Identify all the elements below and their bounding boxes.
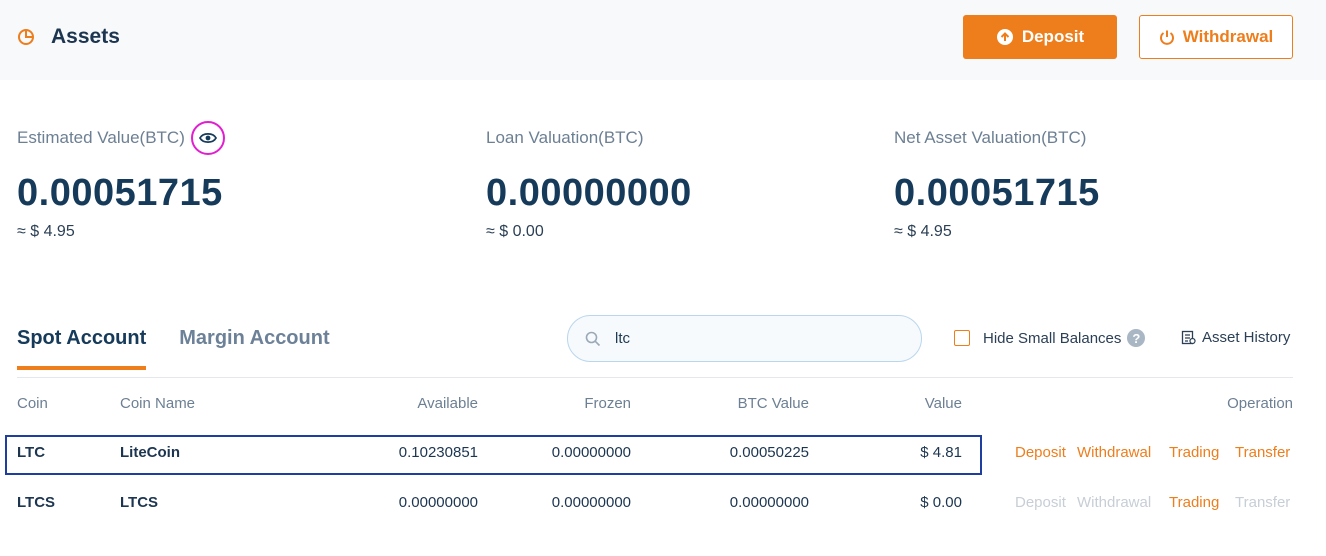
help-icon[interactable]: ? — [1127, 329, 1146, 347]
loan-valuation-value: 0.00000000 — [486, 172, 692, 214]
top-bar: Assets Deposit Withdrawal — [0, 0, 1326, 80]
power-icon — [1159, 30, 1174, 45]
withdrawal-button[interactable]: Withdrawal — [1139, 15, 1293, 59]
row-transfer-link[interactable]: Transfer — [1235, 444, 1290, 461]
row-deposit-link: Deposit — [1015, 494, 1066, 511]
coin-name: LTCS — [120, 494, 159, 511]
frozen-amount: 0.00000000 — [551, 494, 631, 511]
asset-history-label: Asset History — [1202, 329, 1291, 346]
search-icon — [585, 331, 601, 346]
net-asset-label: Net Asset Valuation(BTC) — [894, 128, 1087, 147]
btc-value: 0.00050225 — [729, 444, 809, 461]
hide-small-balances-label: Hide Small Balances — [983, 329, 1122, 347]
net-asset-stat: Net Asset Valuation(BTC) 0.00051715 ≈ $ … — [894, 126, 1100, 241]
tab-spot-account[interactable]: Spot Account — [17, 327, 147, 370]
hide-small-balances-checkbox[interactable] — [954, 330, 970, 346]
column-header: Coin Name — [120, 395, 196, 412]
row-trading-link[interactable]: Trading — [1169, 444, 1219, 461]
loan-valuation-label: Loan Valuation(BTC) — [486, 128, 644, 147]
row-deposit-link[interactable]: Deposit — [1015, 444, 1066, 461]
estimated-value: 0.00051715 — [17, 172, 223, 214]
toggle-visibility-button[interactable] — [190, 121, 225, 155]
coin-symbol: LTC — [17, 444, 46, 461]
page-header: Assets — [17, 25, 120, 49]
row-trading-link[interactable]: Trading — [1169, 494, 1219, 511]
column-header: Coin — [17, 395, 48, 412]
document-list-icon — [1181, 330, 1196, 345]
deposit-button-label: Deposit — [1021, 27, 1085, 46]
usd-value: $ 4.81 — [920, 444, 962, 461]
divider — [17, 377, 1293, 378]
frozen-amount: 0.00000000 — [551, 444, 631, 461]
usd-value: $ 0.00 — [920, 494, 962, 511]
column-header: Frozen — [584, 395, 631, 412]
tab-margin-account[interactable]: Margin Account — [179, 327, 329, 370]
pie-chart-icon — [18, 29, 34, 45]
row-withdrawal-link[interactable]: Withdrawal — [1077, 444, 1151, 461]
row-transfer-link: Transfer — [1235, 494, 1291, 511]
withdrawal-button-label: Withdrawal — [1182, 27, 1274, 46]
eye-icon — [198, 132, 217, 144]
estimated-value-usd: ≈ $ 4.95 — [17, 223, 75, 240]
page-title: Assets — [51, 25, 120, 48]
available-amount: 0.10230851 — [398, 444, 478, 461]
table-row: LTCS LTCS 0.00000000 0.00000000 0.000000… — [0, 484, 1326, 524]
account-tabs: Spot Account Margin Account — [17, 327, 363, 370]
row-withdrawal-link: Withdrawal — [1077, 494, 1152, 511]
coin-symbol: LTCS — [17, 494, 56, 511]
estimated-value-stat: Estimated Value(BTC) 0.00051715 ≈ $ 4.95 — [17, 121, 225, 241]
loan-valuation-usd: ≈ $ 0.00 — [486, 223, 544, 240]
upload-circle-icon — [996, 29, 1013, 45]
loan-valuation-stat: Loan Valuation(BTC) 0.00000000 ≈ $ 0.00 — [486, 126, 692, 241]
column-header: BTC Value — [737, 395, 809, 412]
asset-history-link[interactable]: Asset History — [1181, 329, 1290, 346]
search-input[interactable] — [613, 329, 897, 348]
available-amount: 0.00000000 — [398, 494, 478, 511]
btc-value: 0.00000000 — [729, 494, 809, 511]
table-row: LTC LiteCoin 0.10230851 0.00000000 0.000… — [0, 434, 1326, 474]
hide-small-balances: Hide Small Balances ? — [954, 329, 1146, 347]
coin-name: LiteCoin — [120, 444, 180, 461]
deposit-button[interactable]: Deposit — [963, 15, 1117, 59]
column-header: Operation — [1227, 395, 1293, 412]
column-header: Value — [924, 395, 962, 412]
estimated-value-label: Estimated Value(BTC) — [17, 128, 185, 147]
net-asset-usd: ≈ $ 4.95 — [894, 223, 952, 240]
column-header: Available — [417, 395, 478, 412]
search-box[interactable] — [567, 315, 922, 362]
net-asset-value: 0.00051715 — [894, 172, 1100, 214]
